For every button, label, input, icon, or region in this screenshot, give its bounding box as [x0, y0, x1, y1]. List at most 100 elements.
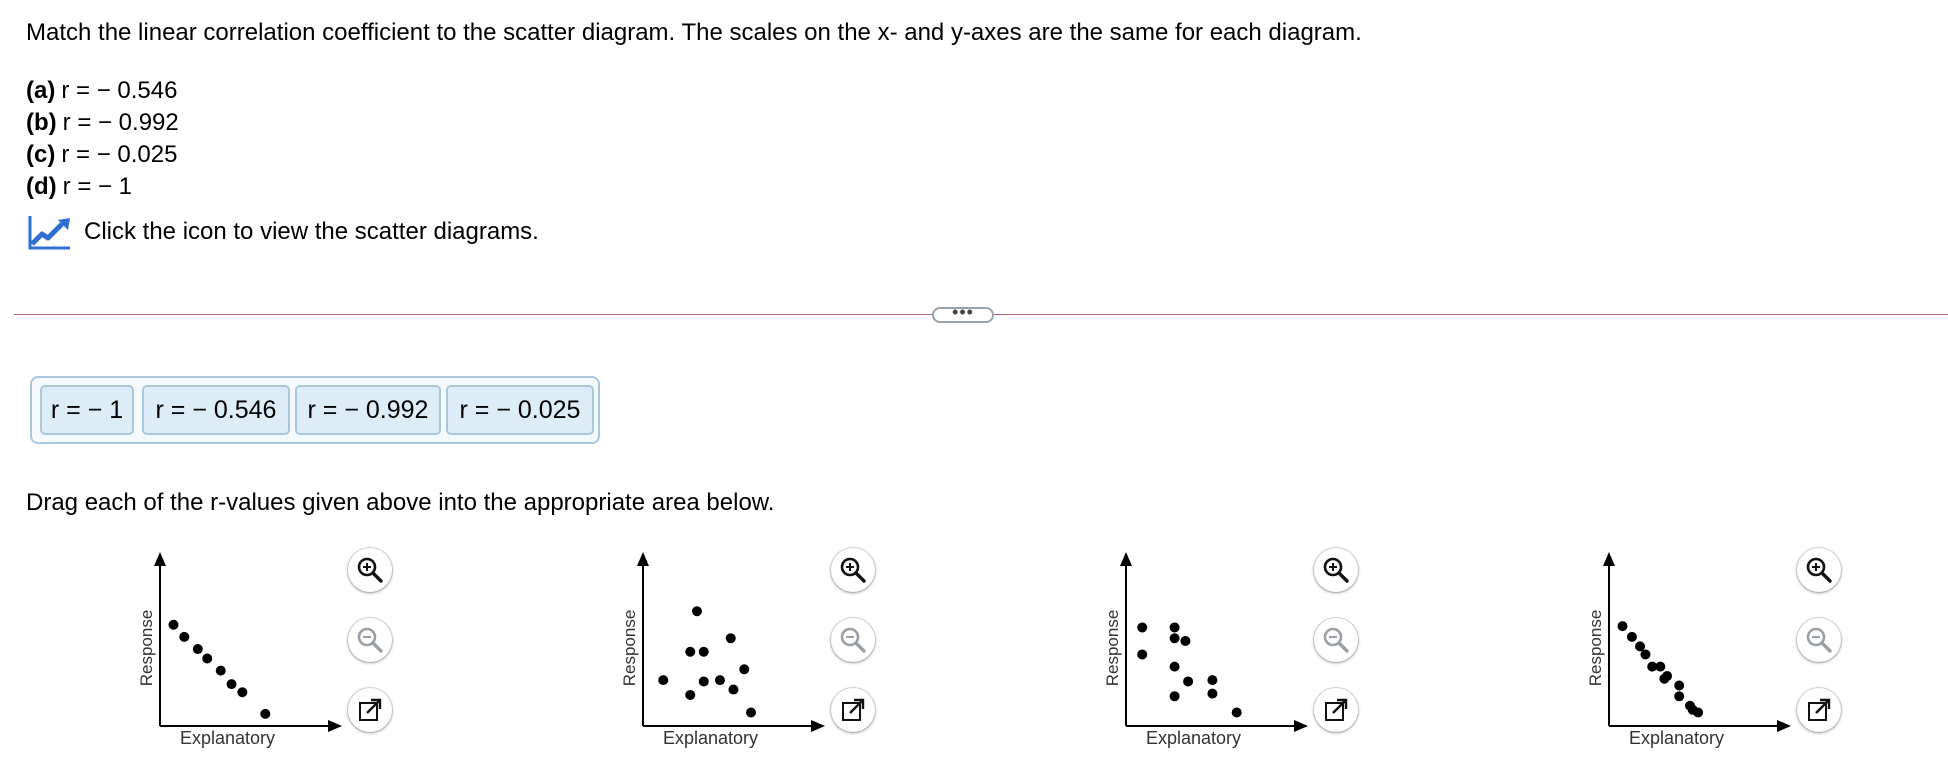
scatter-point — [1207, 688, 1218, 699]
scatter-point — [692, 606, 702, 617]
popout-icon — [1325, 698, 1348, 721]
scatter-point — [714, 675, 725, 686]
choice-letter: (c) — [26, 141, 56, 168]
scatter-point — [1180, 635, 1191, 646]
zoom-in-icon — [1323, 557, 1349, 583]
choice-c: (c) r = − 0.025 — [26, 139, 177, 171]
scatter-point — [1674, 680, 1685, 691]
popout-button[interactable] — [1797, 688, 1841, 732]
scatter-point — [1169, 633, 1180, 644]
x-axis-label: Explanatory — [1629, 728, 1725, 748]
scatter-point — [685, 689, 696, 700]
r-tile-1[interactable]: r = − 1 — [40, 385, 134, 435]
choice-d: (d) r = − 1 — [26, 171, 132, 203]
scatter-point — [179, 631, 190, 642]
choice-letter: (b) — [26, 109, 57, 136]
scatter-point — [168, 619, 179, 630]
scatter-point — [1231, 707, 1242, 718]
x-axis-arrow — [1777, 720, 1791, 732]
x-axis-arrow — [328, 720, 342, 732]
scatter-point — [746, 707, 756, 718]
scatter-diagram-2[interactable]: Response Explanatory — [613, 548, 875, 760]
scatter-point — [1640, 649, 1651, 660]
choice-text: r = − 0.546 — [61, 77, 178, 104]
zoom-out-icon — [1806, 627, 1832, 653]
choice-a: (a) r = − 0.546 — [26, 75, 177, 107]
zoom-in-button[interactable] — [1797, 548, 1841, 592]
zoom-in-icon — [357, 557, 383, 583]
y-axis-arrow — [154, 552, 166, 566]
zoom-out-icon — [357, 627, 383, 653]
y-axis-label: Response — [620, 610, 639, 687]
choice-letter: (d) — [26, 173, 57, 200]
scatter-point — [739, 664, 750, 675]
zoom-in-button[interactable] — [831, 548, 875, 592]
question-instruction: Match the linear correlation coefficient… — [26, 19, 1362, 46]
scatter-point — [1137, 649, 1148, 660]
scatter-plot: Response — [137, 552, 342, 732]
zoom-out-button[interactable] — [348, 618, 392, 662]
x-axis-label: Explanatory — [1146, 728, 1242, 748]
scatter-plot: Response — [620, 552, 825, 732]
y-axis-arrow — [1120, 552, 1132, 566]
zoom-in-icon — [840, 557, 866, 583]
scatter-point — [1659, 673, 1670, 684]
x-axis-label: Explanatory — [180, 728, 276, 748]
popout-icon — [1808, 698, 1831, 721]
scatter-plot: Response — [1103, 552, 1308, 732]
zoom-in-icon — [1806, 557, 1832, 583]
zoom-out-button[interactable] — [831, 618, 875, 662]
scatter-point — [698, 676, 709, 687]
scatter-point — [725, 633, 736, 644]
popout-icon — [842, 698, 865, 721]
popout-button[interactable] — [1314, 688, 1358, 732]
zoom-out-button[interactable] — [1797, 618, 1841, 662]
y-axis-label: Response — [137, 610, 156, 687]
scatter-point — [1169, 691, 1180, 702]
scatter-point — [260, 708, 271, 719]
scatter-point — [192, 644, 203, 655]
x-axis-arrow — [811, 720, 825, 732]
y-axis-label: Response — [1103, 610, 1122, 687]
scatter-point — [1655, 661, 1666, 672]
r-tile-3[interactable]: r = − 0.992 — [295, 385, 441, 435]
x-axis-label: Explanatory — [663, 728, 759, 748]
choice-text: r = − 0.025 — [61, 141, 178, 168]
drag-instruction: Drag each of the r-values given above in… — [26, 489, 775, 516]
chart-trend-icon[interactable] — [28, 214, 72, 250]
choice-b: (b) r = − 0.992 — [26, 107, 179, 139]
icon-link-text: Click the icon to view the scatter diagr… — [84, 218, 539, 245]
zoom-out-button[interactable] — [1314, 618, 1358, 662]
scatter-point — [1137, 622, 1148, 633]
expand-more-button[interactable]: ••• — [932, 303, 994, 323]
zoom-in-button[interactable] — [1314, 548, 1358, 592]
scatter-point — [1626, 631, 1637, 642]
view-scatter-diagrams-link[interactable]: Click the icon to view the scatter diagr… — [28, 214, 539, 250]
scatter-point — [685, 646, 696, 657]
x-axis-arrow — [1294, 720, 1308, 732]
y-axis-arrow — [1603, 552, 1615, 566]
choice-text: r = − 1 — [62, 173, 133, 200]
scatter-diagram-1[interactable]: Response Explanatory — [130, 548, 392, 760]
choice-text: r = − 0.992 — [62, 109, 179, 136]
r-tile-4[interactable]: r = − 0.025 — [446, 385, 594, 435]
zoom-out-icon — [1323, 627, 1349, 653]
scatter-point — [202, 653, 213, 664]
popout-button[interactable] — [831, 688, 875, 732]
scatter-point — [1617, 621, 1628, 632]
scatter-point — [1207, 675, 1218, 686]
popout-icon — [359, 698, 382, 721]
scatter-plot: Response — [1586, 552, 1791, 732]
answer-tray: r = − 1 r = − 0.546 r = − 0.992 r = − 0.… — [30, 376, 600, 444]
scatter-point — [728, 684, 739, 695]
zoom-in-button[interactable] — [348, 548, 392, 592]
r-tile-2[interactable]: r = − 0.546 — [142, 385, 290, 435]
scatter-point — [658, 675, 669, 686]
scatter-diagram-4[interactable]: Response Explanatory — [1579, 548, 1841, 760]
choice-letter: (a) — [26, 77, 56, 104]
scatter-diagram-3[interactable]: Response Explanatory — [1096, 548, 1358, 760]
zoom-out-icon — [840, 627, 866, 653]
scatter-point — [226, 679, 237, 690]
popout-button[interactable] — [348, 688, 392, 732]
scatter-point — [215, 665, 226, 676]
